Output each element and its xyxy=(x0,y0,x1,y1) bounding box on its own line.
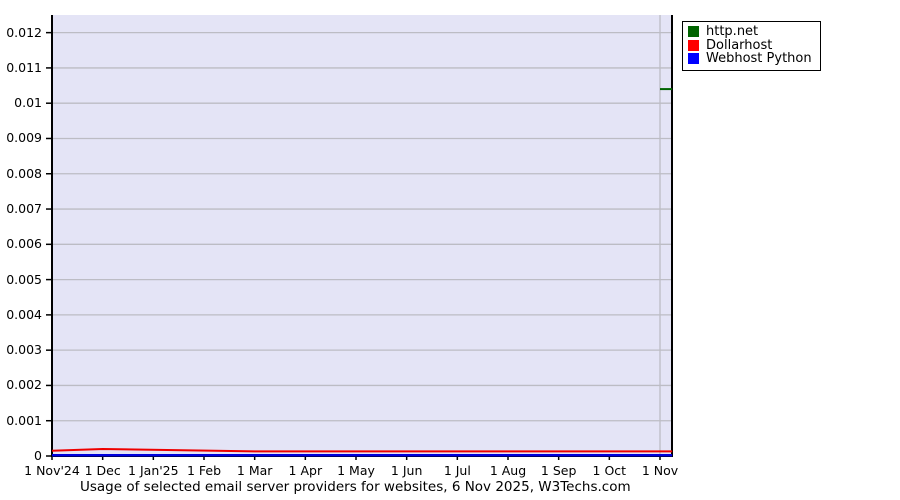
legend-swatch-http-net xyxy=(688,26,699,37)
legend-swatch-webhost-python xyxy=(688,53,699,64)
legend-item-dollarhost: Dollarhost xyxy=(688,39,812,53)
y-tick-label: 0.004 xyxy=(0,307,42,322)
chart-canvas: 0 0.001 0.002 0.003 0.004 0.005 0.006 0.007 0.00… xyxy=(0,0,900,500)
y-tick-label: 0.008 xyxy=(0,166,42,181)
y-tick-label: 0.007 xyxy=(0,201,42,216)
y-tick-label: 0.001 xyxy=(0,413,42,428)
legend-label-dollarhost: Dollarhost xyxy=(706,39,772,53)
y-tick-label: 0.009 xyxy=(0,130,42,145)
y-tick-label: 0.011 xyxy=(0,60,42,75)
legend-swatch-dollarhost xyxy=(688,40,699,51)
legend: http.net Dollarhost Webhost Python xyxy=(682,21,821,71)
y-tick-label: 0.002 xyxy=(0,377,42,392)
y-tick-label: 0.005 xyxy=(0,272,42,287)
plot-area xyxy=(0,0,900,500)
plot-background xyxy=(52,15,672,456)
y-tick-label: 0 xyxy=(0,448,42,463)
legend-label-webhost-python: Webhost Python xyxy=(706,52,812,66)
y-tick-label: 0.01 xyxy=(0,95,42,110)
y-tick-label: 0.003 xyxy=(0,342,42,357)
y-tick-label: 0.012 xyxy=(0,25,42,40)
legend-item-webhost-python: Webhost Python xyxy=(688,52,812,66)
legend-item-http-net: http.net xyxy=(688,25,812,39)
y-tick-label: 0.006 xyxy=(0,236,42,251)
legend-label-http-net: http.net xyxy=(706,25,758,39)
chart-caption: Usage of selected email server providers… xyxy=(80,479,631,495)
x-tick-label: 1 Nov xyxy=(615,463,705,478)
